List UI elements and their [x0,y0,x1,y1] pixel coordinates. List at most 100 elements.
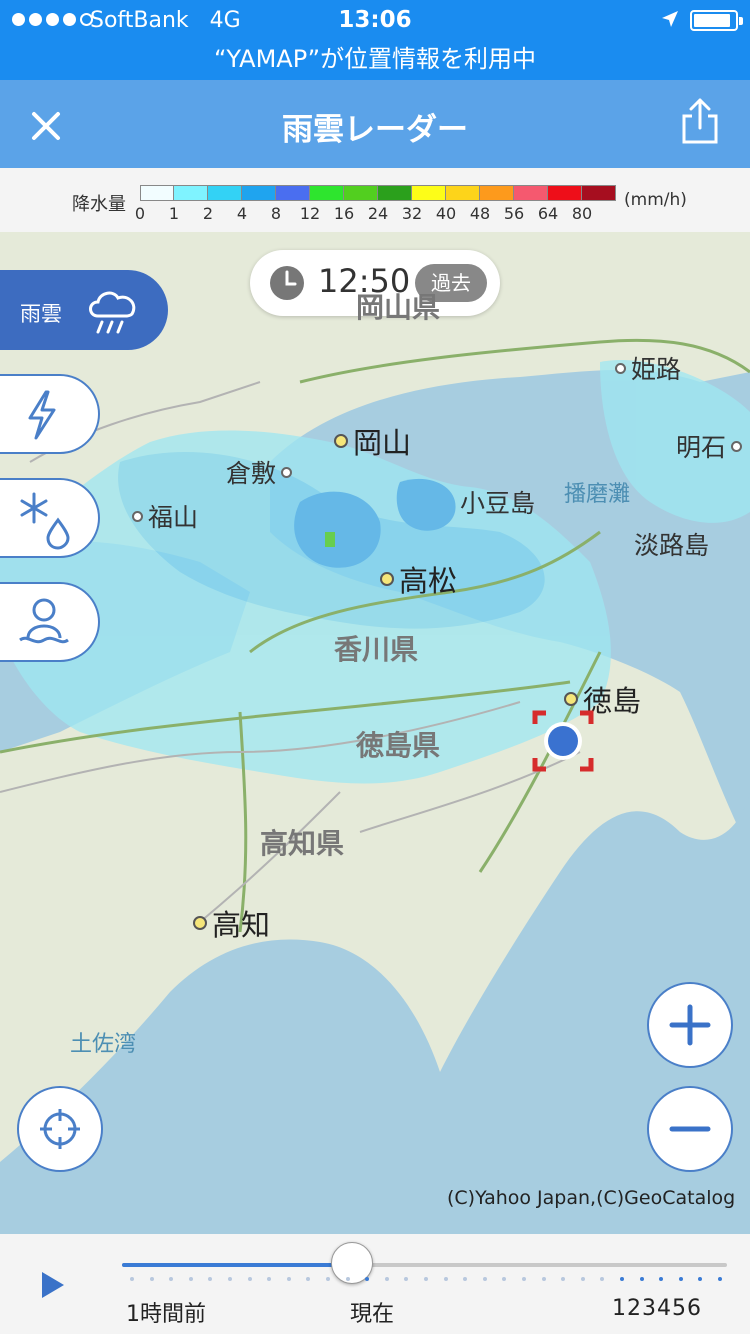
timeline-step [463,1277,468,1281]
timeline-step [169,1277,174,1281]
timeline-step [639,1277,644,1281]
crosshair-icon [40,1109,80,1149]
city-takamatsu: 高松 [380,558,457,600]
legend-tick: 48 [469,204,491,223]
legend-swatch [446,185,480,201]
minus-icon [669,1126,711,1132]
tab-rain-cloud-label: 雨雲 [20,302,62,326]
timeline-progress [122,1263,352,1267]
timeline-step [659,1277,664,1281]
legend-label: 降水量 [72,194,126,215]
timeline-slider[interactable] [122,1263,727,1267]
share-icon[interactable] [672,94,728,150]
map-copyright: (C)Yahoo Japan,(C)GeoCatalog [447,1187,736,1209]
legend-swatch [514,185,548,201]
timeline-step [267,1277,272,1281]
legend-swatch [140,185,174,201]
timeline-step [678,1277,683,1281]
legend-tick: 24 [367,204,389,223]
timeline-label-future: 123456 [612,1296,702,1321]
timeline-step [698,1277,703,1281]
status-bar: SoftBank 4G 13:06 [0,0,750,40]
sea-harimanada: 播磨灘 [564,482,631,507]
legend-tick: 2 [202,204,214,223]
legend-tick: 40 [435,204,457,223]
pref-okayama: 岡山県 [356,291,441,324]
zoom-in-button[interactable] [647,982,733,1068]
timeline-step [404,1277,409,1281]
page-title: 雨雲レーダー [282,112,468,148]
timeline-step [561,1277,566,1281]
lightning-icon [28,390,56,440]
timeline-bar: 1時間前 現在 123456 [0,1234,750,1334]
timeline-step [149,1277,154,1281]
legend-tick: 1 [168,204,180,223]
tab-lightning[interactable] [0,374,100,454]
city-shodoshima: 小豆島 [460,489,536,518]
pref-kochi: 高知県 [260,827,345,860]
timeline-step [424,1277,428,1281]
legend-tick: 80 [571,204,593,223]
city-akashi: 明石 [676,428,743,464]
precipitation-legend: 降水量 0 1 2 4 8 12 16 24 32 40 48 56 64 80 (mm/h) [0,168,750,232]
legend-swatch [378,185,412,201]
tab-rain-cloud[interactable]: 雨雲 [0,270,168,350]
timeline-step [247,1277,252,1281]
locate-me-button[interactable] [17,1086,103,1172]
timeline-step [580,1277,585,1281]
legend-swatch [208,185,242,201]
pref-kagawa: 香川県 [334,633,419,666]
timeline-step [326,1277,330,1281]
legend-swatch [242,185,276,201]
timeline-step [718,1277,722,1281]
timeline-step [130,1277,134,1281]
play-icon[interactable] [38,1270,66,1300]
snow-rain-icon [20,492,70,550]
legend-swatch [310,185,344,201]
timeline-step [620,1277,624,1281]
timeline-step [541,1277,546,1281]
sea-tosawan: 土佐湾 [70,1032,137,1057]
legend-unit: (mm/h) [624,190,687,210]
timeline-step [384,1277,389,1281]
current-location-marker [532,710,594,772]
timeline-step [188,1277,193,1281]
pref-tokushima: 徳島県 [356,729,441,762]
zoom-out-button[interactable] [647,1086,733,1172]
tab-snow-rain[interactable] [0,478,100,558]
snowman-icon [19,598,69,644]
legend-swatch [582,185,616,201]
legend-swatch [344,185,378,201]
legend-tick: 0 [134,204,146,223]
location-arrow-icon [662,11,678,27]
city-okayama: 岡山 [334,420,411,462]
legend-swatch [174,185,208,201]
timeline-step [345,1277,350,1281]
timeline-step [600,1277,605,1281]
city-awajishima: 淡路島 [634,531,710,560]
city-kochi: 高知 [193,902,270,944]
timeline-step [502,1277,507,1281]
tab-snowman[interactable] [0,582,100,662]
battery-icon [690,10,743,31]
legend-swatch [548,185,582,201]
timeline-label-past: 1時間前 [126,1302,206,1327]
legend-tick: 4 [236,204,248,223]
timeline-step [443,1277,448,1281]
timeline-step [482,1277,487,1281]
legend-tick: 12 [299,204,321,223]
location-usage-banner[interactable]: “YAMAP”が位置情報を利用中 [0,40,750,80]
city-kurashiki: 倉敷 [226,454,293,490]
timeline-label-now: 現在 [350,1302,395,1327]
city-fukuyama: 福山 [132,498,198,534]
plus-icon [669,1004,711,1046]
timeline-step [306,1277,311,1281]
radar-map[interactable]: 12:50 過去 雨雲 姫路 明石 岡山 倉敷 福山 小豆島 淡路島 高松 徳島… [0,232,750,1234]
timeline-step [286,1277,291,1281]
city-himeji: 姫路 [615,350,681,386]
legend-tick: 32 [401,204,423,223]
legend-swatch [480,185,514,201]
legend-tick: 64 [537,204,559,223]
header-bar: 雨雲レーダー [0,80,750,168]
legend-tick: 16 [333,204,355,223]
